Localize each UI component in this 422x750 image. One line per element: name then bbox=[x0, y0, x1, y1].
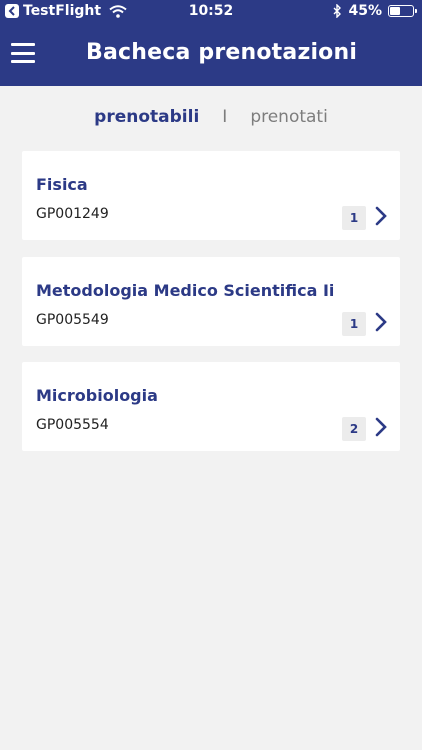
battery-icon bbox=[388, 5, 417, 17]
tab-prenotati[interactable]: prenotati bbox=[250, 107, 328, 127]
status-bar: TestFlight 10:52 45% bbox=[0, 0, 422, 24]
course-code: GP005549 bbox=[36, 312, 109, 328]
tab-prenotabili[interactable]: prenotabili bbox=[94, 107, 199, 127]
bluetooth-icon bbox=[333, 4, 342, 18]
course-code: GP001249 bbox=[36, 206, 109, 222]
app-header: TestFlight 10:52 45% Bacheca prenotazion… bbox=[0, 0, 422, 86]
count-badge: 2 bbox=[342, 417, 366, 441]
chevron-right-icon bbox=[375, 206, 387, 226]
list-item[interactable]: Metodologia Medico Scientifica Ii GP0055… bbox=[22, 257, 400, 346]
list-item[interactable]: Fisica GP001249 1 bbox=[22, 151, 400, 240]
battery-percent: 45% bbox=[348, 3, 382, 19]
chevron-right-icon bbox=[375, 417, 387, 437]
list-item[interactable]: Microbiologia GP005554 2 bbox=[22, 362, 400, 451]
segmented-tabs: prenotabili I prenotati bbox=[0, 104, 422, 130]
nav-bar: Bacheca prenotazioni bbox=[0, 24, 422, 86]
tab-separator: I bbox=[222, 107, 228, 127]
course-title: Microbiologia bbox=[36, 386, 158, 405]
count-badge: 1 bbox=[342, 206, 366, 230]
course-title: Metodologia Medico Scientifica Ii bbox=[36, 281, 335, 300]
menu-icon[interactable] bbox=[11, 43, 35, 63]
course-title: Fisica bbox=[36, 175, 88, 194]
count-badge: 1 bbox=[342, 312, 366, 336]
course-code: GP005554 bbox=[36, 417, 109, 433]
battery-fill bbox=[390, 7, 400, 15]
chevron-right-icon bbox=[375, 312, 387, 332]
page-title: Bacheca prenotazioni bbox=[86, 40, 358, 65]
